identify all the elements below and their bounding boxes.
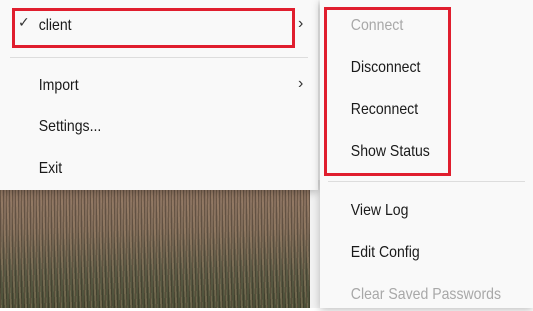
submenu-item-view-log-label: View Log: [350, 202, 409, 219]
submenu-separator: [328, 181, 525, 182]
menu-item-settings-label: Settings...: [38, 118, 102, 135]
menu-item-import-label: Import: [38, 77, 79, 94]
background-photo: [0, 188, 325, 308]
highlight-box-connection-actions: [324, 7, 451, 176]
menu-item-settings[interactable]: Settings...: [0, 111, 280, 143]
menu-item-exit[interactable]: Exit: [0, 153, 280, 185]
menu-item-import[interactable]: Import: [0, 70, 280, 102]
menu-item-exit-label: Exit: [38, 160, 63, 177]
submenu-item-clear-saved-passwords-label: Clear Saved Passwords: [350, 286, 502, 303]
submenu-item-clear-saved-passwords: Clear Saved Passwords: [320, 279, 507, 311]
submenu-item-edit-config-label: Edit Config: [350, 244, 420, 261]
chevron-right-icon: ›: [298, 15, 304, 32]
menu-separator: [10, 57, 308, 58]
submenu-item-edit-config[interactable]: Edit Config: [320, 237, 507, 269]
submenu-item-view-log[interactable]: View Log: [320, 195, 507, 227]
chevron-right-icon: ›: [298, 75, 304, 92]
highlight-box-client: [12, 8, 295, 48]
